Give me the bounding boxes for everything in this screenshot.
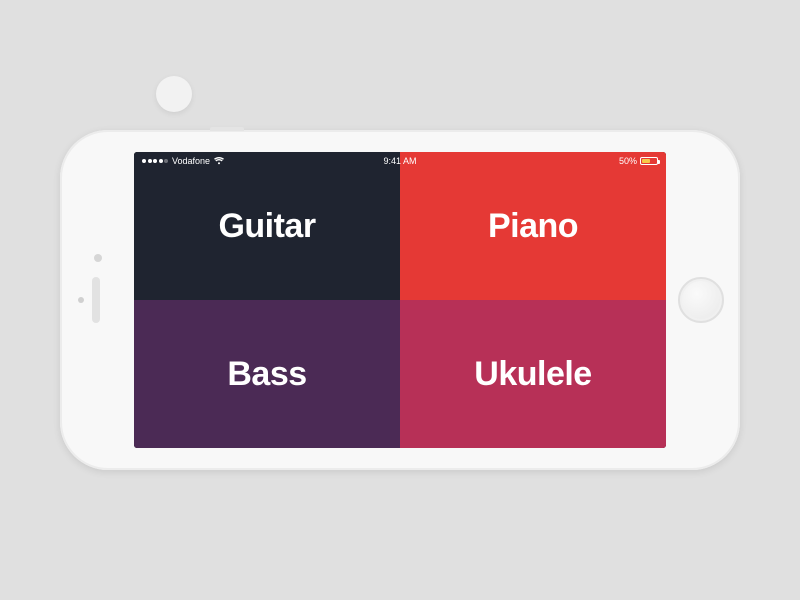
battery-icon xyxy=(640,157,658,165)
status-right: 50% xyxy=(486,156,658,166)
tile-label: Piano xyxy=(488,207,578,246)
tile-guitar[interactable]: Guitar xyxy=(134,152,400,300)
wifi-icon xyxy=(214,157,224,165)
battery-percent: 50% xyxy=(619,156,637,166)
phone-screen: Vodafone 9:41 AM 50% Guitar Piano xyxy=(134,152,666,448)
status-bar: Vodafone 9:41 AM 50% xyxy=(134,152,666,170)
tile-ukulele[interactable]: Ukulele xyxy=(400,300,666,448)
status-time: 9:41 AM xyxy=(314,156,486,166)
carrier-label: Vodafone xyxy=(172,156,210,166)
signal-strength-icon xyxy=(142,159,168,163)
phone-camera xyxy=(78,297,84,303)
status-left: Vodafone xyxy=(142,156,314,166)
tile-label: Ukulele xyxy=(474,355,591,394)
phone-frame: Vodafone 9:41 AM 50% Guitar Piano xyxy=(60,130,740,470)
tile-piano[interactable]: Piano xyxy=(400,152,666,300)
phone-sensor-dot xyxy=(94,254,102,262)
tile-bass[interactable]: Bass xyxy=(134,300,400,448)
tile-label: Bass xyxy=(227,355,306,394)
instrument-grid: Guitar Piano Bass Ukulele xyxy=(134,152,666,448)
tile-label: Guitar xyxy=(218,207,315,246)
phone-speaker xyxy=(92,277,100,323)
decorative-dot xyxy=(156,76,192,112)
phone-side-button xyxy=(210,127,244,131)
home-button[interactable] xyxy=(678,277,724,323)
